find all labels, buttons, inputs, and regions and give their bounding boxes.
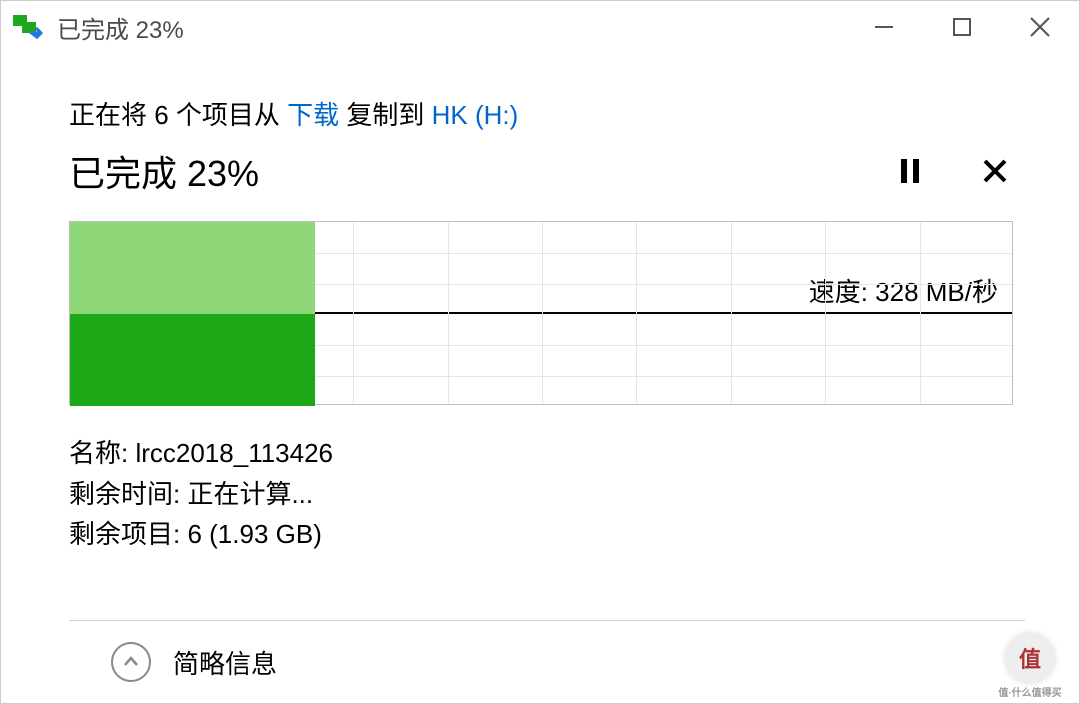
destination-link[interactable]: HK (H:) [432,100,519,130]
footer: 简略信息 [69,620,1025,703]
detail-name: 名称: lrcc2018_113426 [69,433,1025,473]
watermark-sub: 值·什么值得买 [970,684,1080,699]
status-row: 已完成 23% [69,145,1025,197]
detail-name-label: 名称: [69,438,135,468]
cancel-button[interactable] [981,157,1009,185]
copy-description: 正在将 6 个项目从 下载 复制到 HK (H:) [69,97,1025,133]
chart-gridline-vertical [731,222,732,404]
source-link[interactable]: 下载 [287,100,339,130]
pause-button[interactable] [899,157,921,185]
copy-middle: 复制到 [339,100,431,130]
chart-gridline-vertical [636,222,637,404]
window-title: 已完成 23% [57,10,184,45]
chart-gridline-vertical [920,222,921,404]
chart-gridline-vertical [448,222,449,404]
close-window-button[interactable] [1001,1,1079,53]
maximize-button[interactable] [923,1,1001,53]
transfer-details: 名称: lrcc2018_113426 剩余时间: 正在计算... 剩余项目: … [69,433,1025,554]
watermark-char: 值 [1019,642,1041,674]
progress-status-text: 已完成 23% [69,145,259,197]
detail-remaining-time: 剩余时间: 正在计算... [69,474,1025,514]
chart-gridline-vertical [542,222,543,404]
titlebar: 已完成 23% [1,1,1079,53]
chart-gridline-vertical [825,222,826,404]
speed-label: 速度: 328 MB/秒 [809,272,998,313]
detail-remaining-items-label: 剩余项目: [69,519,187,549]
footer-inner: 简略信息 [69,621,1025,703]
copy-progress-window: 已完成 23% 正在将 6 个项目从 下载 复制到 HK (H:) 已完成 23… [0,0,1080,704]
chart-gridline-vertical [353,222,354,404]
collapse-details-button[interactable] [111,642,151,682]
minimize-button[interactable] [845,1,923,53]
detail-remaining-items-value: 6 (1.93 GB) [187,519,321,549]
window-buttons [845,1,1079,53]
progress-actions [899,157,1025,185]
chart-fill-progress [70,314,315,406]
copy-operation-icon [13,12,43,42]
copy-prefix: 正在将 6 个项目从 [69,100,287,130]
chart-fill-history [70,222,315,314]
detail-remaining-time-value: 正在计算... [187,479,313,509]
detail-remaining-items: 剩余项目: 6 (1.93 GB) [69,514,1025,554]
detail-name-value: lrcc2018_113426 [135,438,333,468]
transfer-speed-chart: 速度: 328 MB/秒 [69,221,1013,405]
watermark-badge: 值 值·什么值得买 [1005,633,1055,683]
footer-toggle-label[interactable]: 简略信息 [173,644,277,681]
dialog-body: 正在将 6 个项目从 下载 复制到 HK (H:) 已完成 23% 速度: 32… [1,53,1079,703]
detail-remaining-time-label: 剩余时间: [69,479,187,509]
